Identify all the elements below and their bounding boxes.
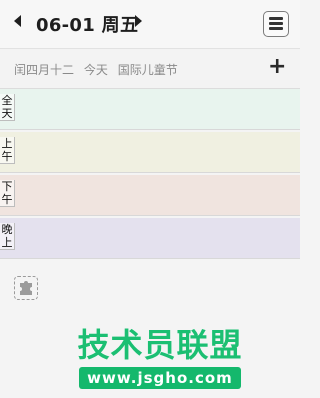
puzzle-icon [20, 281, 32, 295]
day-info-row: 闰四月十二 今天 国际儿童节 + [0, 49, 300, 89]
watermark-url: www.jsgho.com [79, 367, 241, 389]
today-label: 今天 [83, 63, 108, 77]
menu-bar-icon [269, 22, 283, 25]
slot-label: 晚上 [0, 223, 15, 250]
slot-label: 上午 [0, 137, 15, 164]
add-event-button[interactable]: + [268, 54, 286, 80]
prev-day-arrow-icon[interactable] [14, 15, 21, 27]
watermark-title: 技术员联盟 [77, 326, 243, 364]
weekday-label: 周五 [101, 15, 139, 36]
top-bar: 06-01 周五 [0, 0, 300, 49]
date-label: 06-01 [36, 15, 96, 36]
lunar-date: 闰四月十二 [14, 63, 75, 77]
puzzle-plugin-icon[interactable] [14, 276, 38, 300]
slot-label: 全天 [0, 94, 15, 121]
slot-all-day[interactable]: 全天 [0, 89, 300, 130]
watermark: 技术员联盟 www.jsgho.com [55, 325, 265, 395]
menu-bar-icon [269, 17, 283, 20]
festival-label: 国际儿童节 [117, 63, 178, 77]
menu-button[interactable] [263, 11, 289, 37]
date-title[interactable]: 06-01 周五 [36, 11, 138, 37]
menu-bar-icon [269, 27, 283, 30]
slot-afternoon[interactable]: 下午 [0, 175, 300, 216]
next-day-arrow-icon[interactable] [135, 15, 142, 27]
slot-label: 下午 [0, 180, 15, 207]
day-info-text: 闰四月十二 今天 国际儿童节 [14, 61, 178, 78]
slot-morning[interactable]: 上午 [0, 132, 300, 173]
slot-evening[interactable]: 晚上 [0, 218, 300, 259]
